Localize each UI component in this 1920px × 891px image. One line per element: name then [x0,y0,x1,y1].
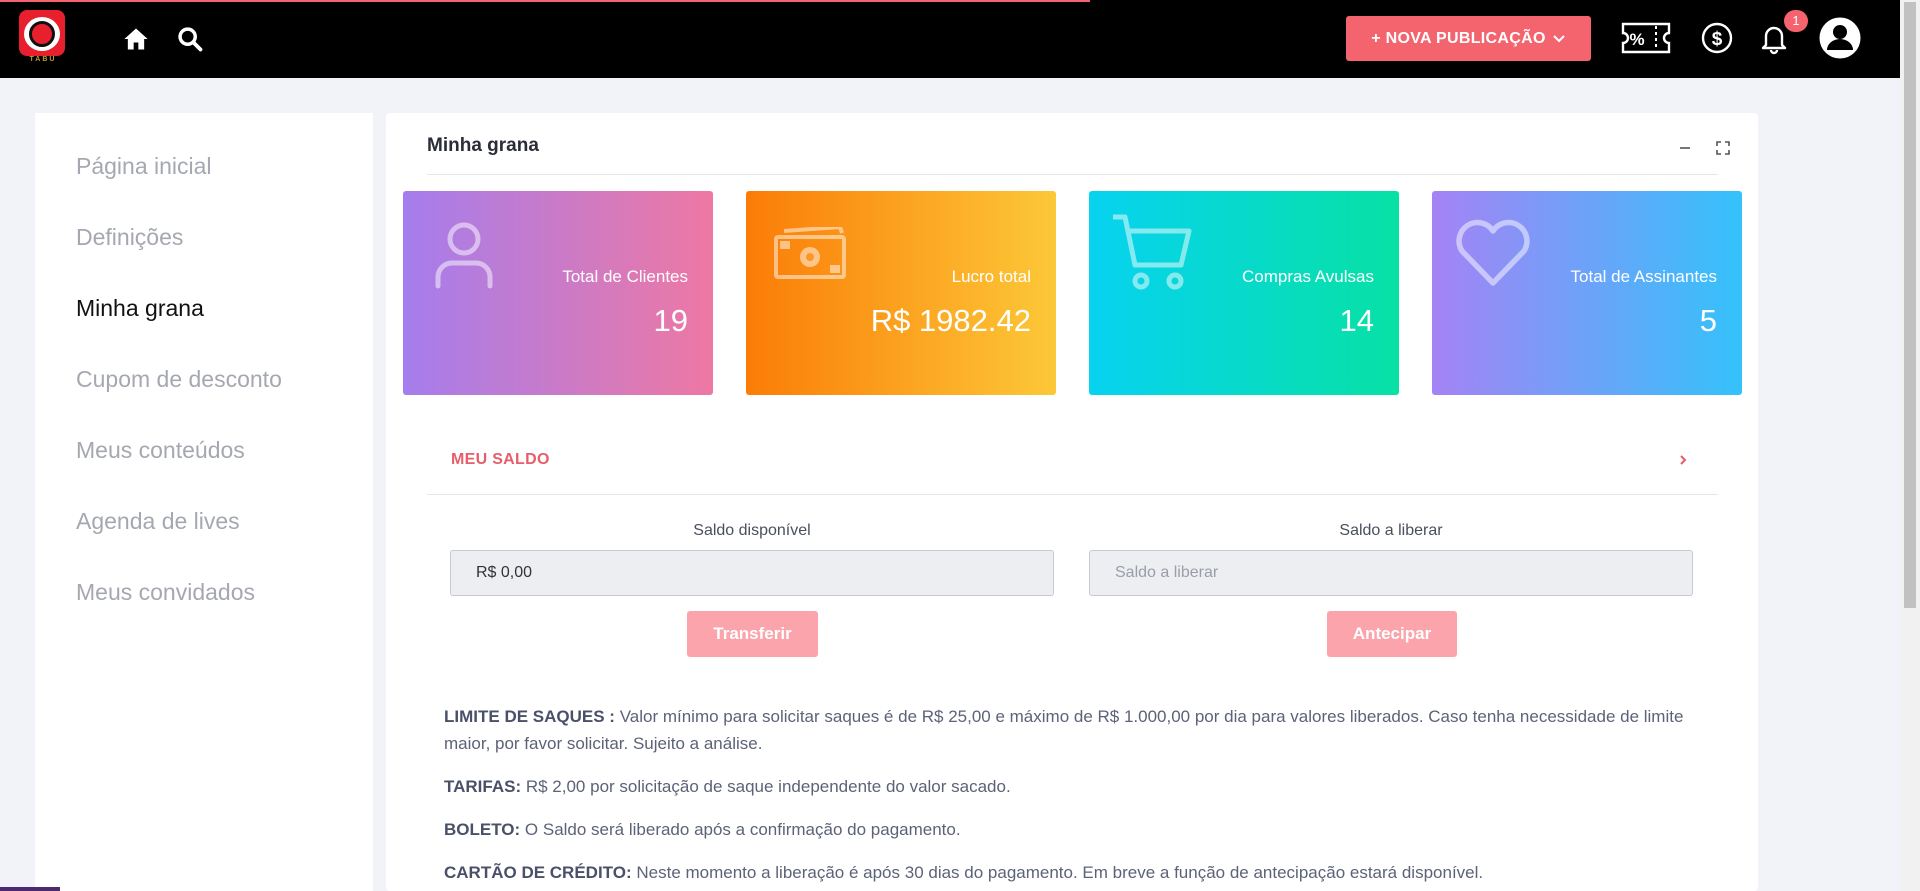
user-icon [435,222,493,289]
meu-saldo-heading[interactable]: MEU SALDO [451,451,550,469]
top-navbar: TABU + NOVA PUBLICAÇÃO % $ 1 [0,0,1900,78]
main-panel: Minha grana Total de Clientes 19 Lucro t… [386,113,1758,891]
bottom-edge-accent [0,887,60,891]
saldo-disponivel-label: Saldo disponível [693,522,811,539]
stat-value: 14 [1339,303,1374,338]
saldo-disponivel-field[interactable] [450,550,1054,596]
info-boleto: BOLETO: O Saldo será liberado após a con… [444,816,1706,843]
heart-icon [1456,219,1530,286]
search-icon[interactable] [176,25,204,53]
page-title: Minha grana [427,135,539,156]
saldo-divider [427,494,1718,495]
scrollbar-thumb[interactable] [1904,2,1916,608]
logo[interactable]: TABU [19,10,67,64]
logo-text: TABU [29,56,57,63]
notification-badge: 1 [1784,10,1808,32]
sidebar-item-cupom-de-desconto[interactable]: Cupom de desconto [76,366,282,393]
stat-card-compras: Compras Avulsas 14 [1089,191,1399,395]
svg-text:%: % [1629,30,1644,49]
sidebar: Página inicial Definições Minha grana Cu… [35,113,373,891]
info-title: TARIFAS: [444,777,522,796]
page-scrollbar[interactable] [1900,0,1920,891]
cart-icon [1113,214,1192,290]
sidebar-item-meus-conteudos[interactable]: Meus conteúdos [76,437,245,464]
dollar-icon[interactable]: $ [1700,21,1734,55]
home-icon[interactable] [122,25,150,53]
saldo-a-liberar-field[interactable] [1089,550,1693,596]
stat-value: 5 [1699,303,1717,338]
sidebar-item-definicoes[interactable]: Definições [76,224,183,251]
info-text: Neste momento a liberação é após 30 dias… [631,863,1484,882]
stat-card-assinantes: Total de Assinantes 5 [1432,191,1742,395]
sidebar-item-minha-grana[interactable]: Minha grana [76,295,204,322]
sidebar-item-agenda-de-lives[interactable]: Agenda de lives [76,508,240,535]
new-publication-label: + NOVA PUBLICAÇÃO [1371,29,1546,47]
money-icon [774,227,846,279]
expand-icon[interactable] [1714,139,1732,157]
stat-card-clientes: Total de Clientes 19 [403,191,713,395]
sidebar-item-meus-convidados[interactable]: Meus convidados [76,579,255,606]
info-title: CARTÃO DE CRÉDITO: [444,863,632,882]
stat-value: R$ 1982.42 [870,303,1031,338]
info-tarifas: TARIFAS: R$ 2,00 por solicitação de saqu… [444,773,1706,800]
stat-card-lucro: Lucro total R$ 1982.42 [746,191,1056,395]
antecipar-button[interactable]: Antecipar [1327,611,1457,657]
stat-label: Compras Avulsas [1242,267,1374,286]
loading-progress-bar [0,0,1090,2]
info-limite-de-saques: LIMITE DE SAQUES : Valor mínimo para sol… [444,703,1706,757]
info-text: R$ 2,00 por solicitação de saque indepen… [521,777,1011,796]
title-divider [427,174,1718,175]
stat-label: Total de Assinantes [1570,267,1717,286]
stat-label: Total de Clientes [562,267,688,286]
saldo-a-liberar-label: Saldo a liberar [1339,522,1443,539]
stat-value: 19 [653,303,688,338]
info-text: O Saldo será liberado após a confirmação… [520,820,961,839]
chevron-right-icon[interactable] [1675,450,1691,470]
svg-text:$: $ [1712,29,1723,50]
info-cartao-de-credito: CARTÃO DE CRÉDITO: Neste momento a liber… [444,859,1706,886]
transferir-button[interactable]: Transferir [687,611,818,657]
new-publication-button[interactable]: + NOVA PUBLICAÇÃO [1346,16,1591,61]
minimize-icon[interactable] [1676,139,1694,157]
user-avatar-icon[interactable] [1816,14,1864,62]
sidebar-item-pagina-inicial[interactable]: Página inicial [76,153,212,180]
info-title: BOLETO: [444,820,521,839]
chevron-down-icon [1553,34,1565,42]
info-text: Valor mínimo para solicitar saques é de … [444,707,1684,753]
coupon-icon[interactable]: % [1620,21,1672,55]
stat-label: Lucro total [951,267,1031,286]
info-title: LIMITE DE SAQUES : [444,707,615,726]
